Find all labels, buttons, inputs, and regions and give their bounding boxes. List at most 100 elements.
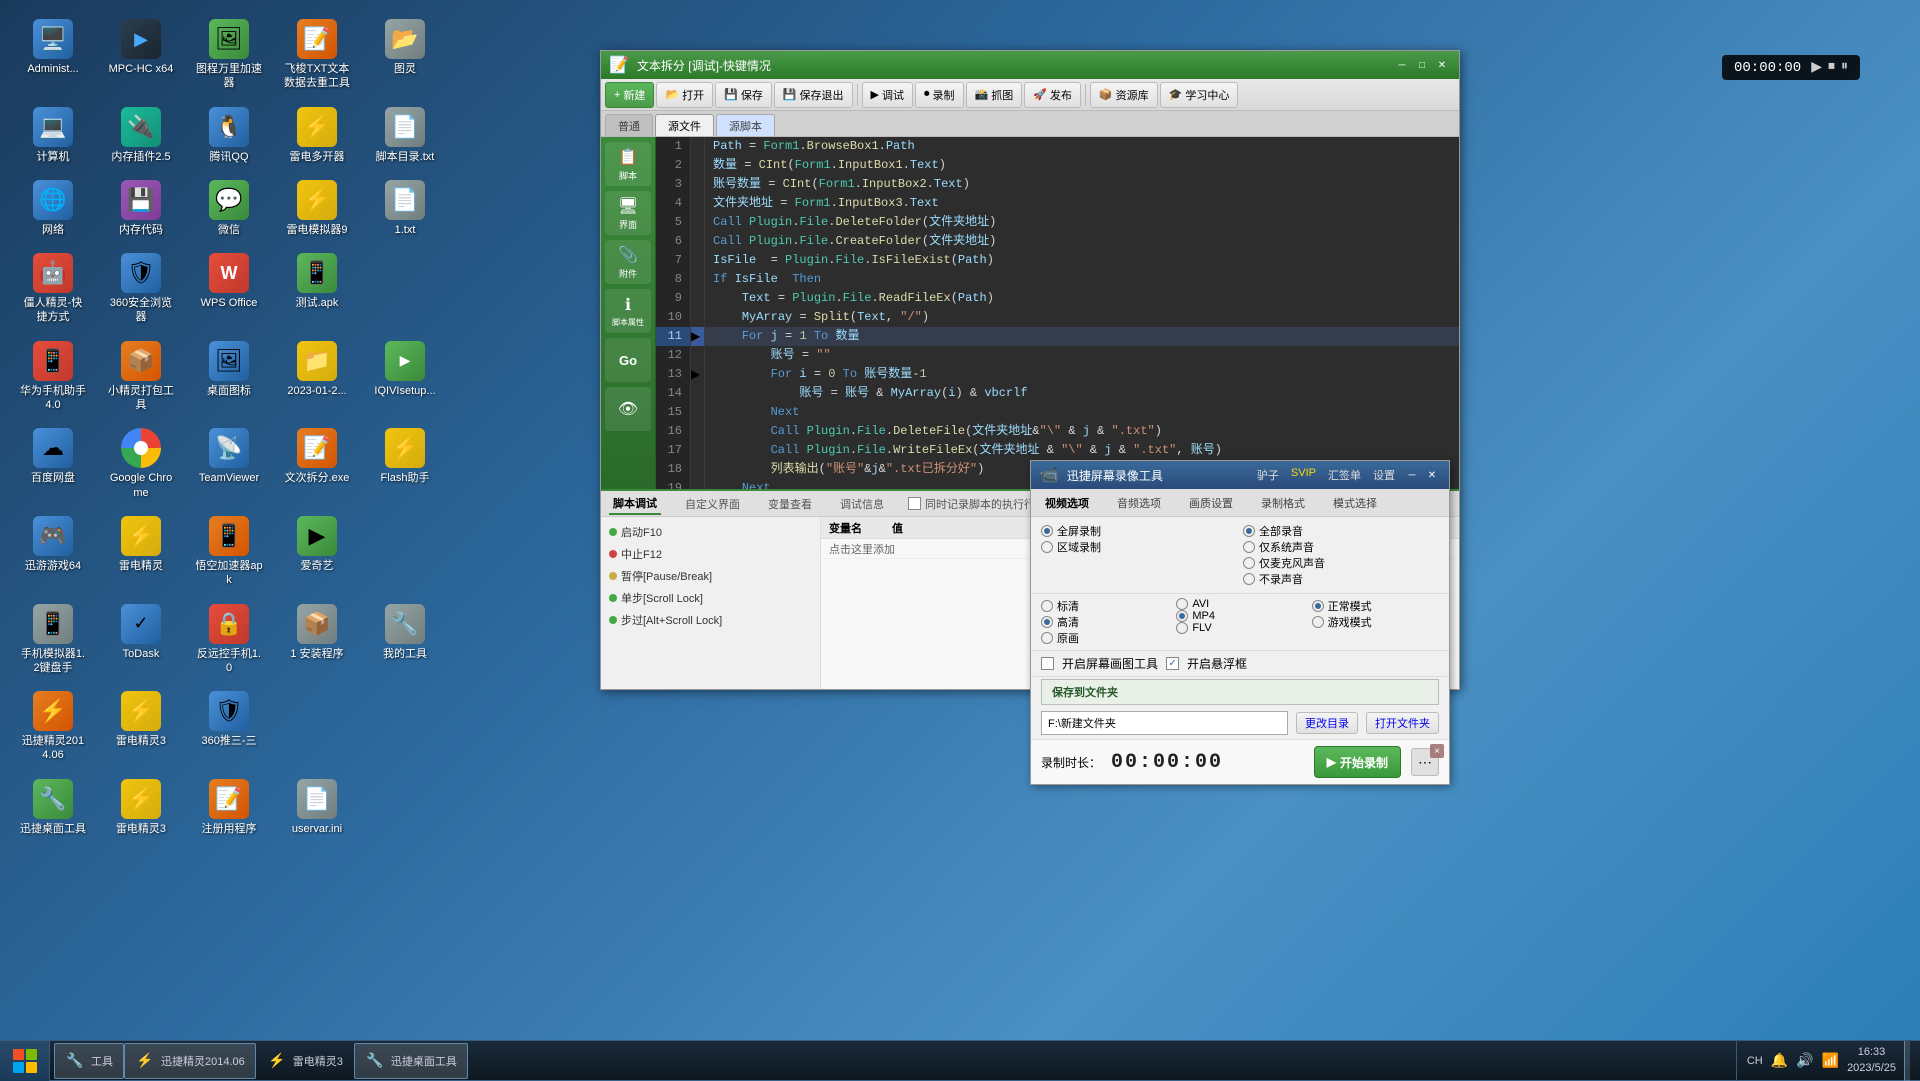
rec-tab-video[interactable]: 视频选项 <box>1039 491 1095 515</box>
debug-step-btn[interactable]: 单步[Scroll Lock] <box>605 587 816 609</box>
float-box-checkbox[interactable]: ✓ <box>1166 657 1179 670</box>
sidebar-eye-btn[interactable]: 👁 <box>605 387 651 431</box>
icon-wechat[interactable]: 💬 微信 <box>191 176 267 241</box>
rec-no-audio-option[interactable]: 不录声音 <box>1243 571 1439 587</box>
open-button[interactable]: 📂 打开 <box>656 82 713 108</box>
record-button[interactable]: ⏺ 录制 <box>915 82 964 108</box>
rec-tab-format[interactable]: 录制格式 <box>1255 491 1311 515</box>
tab-source[interactable]: 源文件 <box>655 114 714 136</box>
icon-register[interactable]: 📝 注册用程序 <box>191 775 267 840</box>
icon-qq[interactable]: 🐧 腾讯QQ <box>191 103 267 168</box>
rec-close-btn[interactable]: ✕ <box>1423 467 1441 483</box>
icon-teamviewer[interactable]: 📡 TeamViewer <box>191 424 267 504</box>
bottom-tab-vars[interactable]: 变量查看 <box>764 494 816 514</box>
timer-play-btn[interactable]: ▶ <box>1811 59 1822 76</box>
bottom-tab-debug-info[interactable]: 调试信息 <box>836 494 888 514</box>
rec-avi-option[interactable]: AVI <box>1176 598 1303 610</box>
save-exit-button[interactable]: 💾 保存退出 <box>774 82 853 108</box>
rec-region-option[interactable]: 区域录制 <box>1041 539 1237 555</box>
icon-huawei[interactable]: 📱 华为手机助手4.0 <box>15 337 91 417</box>
code-area[interactable]: 1 Path = Form1.BrowseBox1.Path 2 数量 = CI… <box>656 137 1459 489</box>
normal-mode-radio[interactable] <box>1312 600 1324 612</box>
avi-radio[interactable] <box>1176 598 1188 610</box>
sd-radio[interactable] <box>1041 600 1053 612</box>
icon-wps[interactable]: W WPS Office <box>191 249 267 329</box>
icon-google-chrome[interactable]: Google Chrome <box>103 424 179 504</box>
icon-1txt[interactable]: 📄 1.txt <box>367 176 443 241</box>
taskbar-item-xunjie-desktop[interactable]: 🔧 迅捷桌面工具 <box>354 1043 468 1079</box>
tab-normal[interactable]: 普通 <box>605 114 653 136</box>
taskbar-item-tools[interactable]: 🔧 工具 <box>54 1043 124 1079</box>
icon-baidu-pan[interactable]: ☁ 百度网盘 <box>15 424 91 504</box>
icon-computer[interactable]: 💻 计算机 <box>15 103 91 168</box>
bottom-tab-debug[interactable]: 脚本调试 <box>609 493 661 515</box>
tab-src-script[interactable]: 源脚本 <box>716 114 775 136</box>
icon-lei-dian-3[interactable]: ⚡ 雷电精灵3 <box>103 687 179 767</box>
rec-minimize-btn[interactable]: ─ <box>1403 467 1421 483</box>
icon-installer[interactable]: 📦 1 安装程序 <box>279 600 355 680</box>
change-dir-button[interactable]: 更改目录 <box>1296 712 1358 734</box>
icon-tuling[interactable]: 📂 图灵 <box>367 15 443 95</box>
icon-anti-remote[interactable]: 🔒 反远控手机1.0 <box>191 600 267 680</box>
fullscreen-radio[interactable] <box>1041 525 1053 537</box>
icon-phone-sim[interactable]: 📱 手机模拟器1.2键盘手 <box>15 600 91 680</box>
sidebar-go-btn[interactable]: Go <box>605 338 651 382</box>
open-folder-button[interactable]: 打开文件夹 <box>1366 712 1439 734</box>
rec-menu-svip[interactable]: SVIP <box>1291 467 1316 483</box>
rec-original-option[interactable]: 原画 <box>1041 630 1168 646</box>
screenshot-button[interactable]: 📸 抓图 <box>966 82 1023 108</box>
icon-lei-dian-multi[interactable]: ⚡ 雷电多开器 <box>279 103 355 168</box>
region-radio[interactable] <box>1041 541 1053 553</box>
rec-sd-option[interactable]: 标清 <box>1041 598 1168 614</box>
icon-iqiyi-setup[interactable]: ▶ IQIVIsetup... <box>367 337 443 417</box>
timer-stop-btn[interactable]: ⏹ <box>1828 59 1835 76</box>
taskbar-notify-icon[interactable]: 🔔 <box>1771 1052 1788 1069</box>
rec-menu-sign[interactable]: 汇签单 <box>1328 467 1361 483</box>
sidebar-attach-btn[interactable]: 📎 附件 <box>605 240 651 284</box>
icon-lei-dian-emulator[interactable]: ⚡ 雷电模拟器9 <box>279 176 355 241</box>
rec-tab-audio[interactable]: 音频选项 <box>1111 491 1167 515</box>
folder-path-input[interactable] <box>1041 711 1288 735</box>
mp4-radio[interactable] <box>1176 610 1188 622</box>
sys-audio-radio[interactable] <box>1243 541 1255 553</box>
icon-script-dir[interactable]: 📄 脚本目录.txt <box>367 103 443 168</box>
sidebar-props-btn[interactable]: ℹ 脚本属性 <box>605 289 651 333</box>
flv-radio[interactable] <box>1176 622 1188 634</box>
rec-flv-option[interactable]: FLV <box>1176 622 1303 634</box>
debug-start-btn[interactable]: 启动F10 <box>605 521 816 543</box>
icon-robot[interactable]: 🤖 僵人精灵-快捷方式 <box>15 249 91 329</box>
save-button[interactable]: 💾 保存 <box>715 82 772 108</box>
rec-tab-mode[interactable]: 模式选择 <box>1327 491 1383 515</box>
taskbar-volume-icon[interactable]: 🔊 <box>1796 1052 1813 1069</box>
sidebar-script-btn[interactable]: 📋 脚本 <box>605 142 651 186</box>
icon-txt-tool[interactable]: 📝 飞梭TXT文本数据去重工具 <box>279 15 355 95</box>
mic-only-radio[interactable] <box>1243 557 1255 569</box>
rec-mp4-option[interactable]: MP4 <box>1176 610 1303 622</box>
icon-xunjie-desktop[interactable]: 🔧 迅捷桌面工具 <box>15 775 91 840</box>
bottom-tab-custom-ui[interactable]: 自定义界面 <box>681 494 744 514</box>
icon-360browser[interactable]: 🛡 360安全浏览器 <box>103 249 179 329</box>
hd-radio[interactable] <box>1041 616 1053 628</box>
icon-test-apk[interactable]: 📱 测试.apk <box>279 249 355 329</box>
icon-uservar-ini[interactable]: 📄 uservar.ini <box>279 775 355 840</box>
all-audio-radio[interactable] <box>1243 525 1255 537</box>
code-editor[interactable]: 1 Path = Form1.BrowseBox1.Path 2 数量 = CI… <box>656 137 1459 489</box>
icon-desktop-icons[interactable]: 🖼 桌面图标 <box>191 337 267 417</box>
icon-lei-jing[interactable]: ⚡ 雷电精灵 <box>103 512 179 592</box>
icon-flash[interactable]: ⚡ Flash助手 <box>367 424 443 504</box>
rec-menu-donkey[interactable]: 驴子 <box>1257 467 1279 483</box>
taskbar-clock[interactable]: 16:33 2023/5/25 <box>1847 1045 1896 1076</box>
close-button[interactable]: ✕ <box>1433 57 1451 73</box>
icon-memory-code[interactable]: 💾 内存代码 <box>103 176 179 241</box>
icon-network[interactable]: 🌐 网络 <box>15 176 91 241</box>
icon-small-packing[interactable]: 📦 小精灵打包工具 <box>103 337 179 417</box>
icon-accelerator[interactable]: 🖼 图程万里加速器 <box>191 15 267 95</box>
debug-step-over-btn[interactable]: 步过[Alt+Scroll Lock] <box>605 609 816 631</box>
icon-administrator[interactable]: 🖥️ Administ... <box>15 15 91 95</box>
taskbar-show-desktop-btn[interactable] <box>1904 1041 1910 1081</box>
start-record-button[interactable]: ▶ 开始录制 <box>1314 746 1401 778</box>
rec-sys-audio-option[interactable]: 仅系统声音 <box>1243 539 1439 555</box>
timer-pause-btn[interactable]: ⏸ <box>1841 59 1848 76</box>
rec-mic-only-option[interactable]: 仅麦克风声音 <box>1243 555 1439 571</box>
icon-todask[interactable]: ✓ ToDask <box>103 600 179 680</box>
